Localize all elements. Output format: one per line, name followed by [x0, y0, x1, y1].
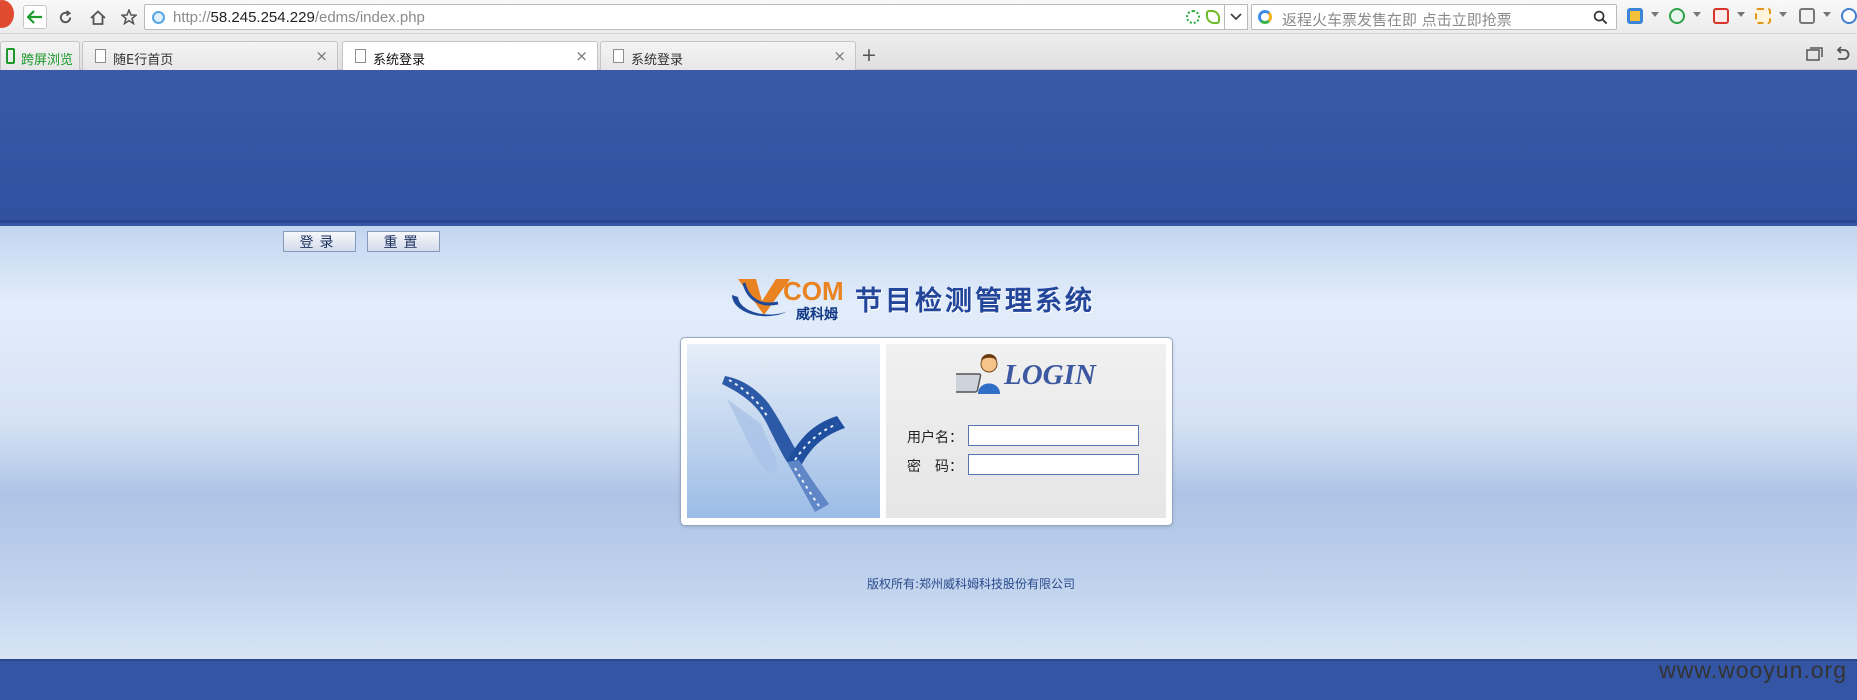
tab-close-icon[interactable]: × [833, 47, 846, 65]
bookmark-star-button[interactable] [117, 5, 141, 29]
system-title: 节目检测管理系统 [855, 286, 1095, 317]
back-button[interactable] [23, 5, 47, 29]
tab-system-login-active[interactable]: 系统登录 × [342, 41, 598, 71]
back-arrow-icon [27, 10, 42, 24]
copyright-text: 版权所有:郑州威科姆科技股份有限公司 [866, 577, 1076, 591]
tab-close-icon[interactable]: × [575, 47, 588, 65]
screenshot-icon[interactable] [1755, 8, 1771, 24]
tab-cross-screen[interactable]: 跨屏浏览 [0, 41, 80, 70]
apps-icon[interactable] [1627, 8, 1643, 24]
reset-button[interactable]: 重置 [367, 231, 440, 252]
undo-close-tab-icon[interactable] [1834, 46, 1850, 61]
address-dropdown-button[interactable] [1224, 4, 1248, 30]
user-laptop-icon [956, 354, 1000, 394]
search-placeholder: 返程火车票发售在即 点击立即抢票 [1282, 11, 1512, 29]
pdf-icon[interactable] [1713, 8, 1729, 24]
search-box[interactable]: 返程火车票发售在即 点击立即抢票 [1251, 4, 1617, 30]
globe-icon [152, 11, 165, 24]
tab-close-icon[interactable]: × [315, 47, 328, 65]
address-url[interactable]: http://58.245.254.229/edms/index.php [173, 9, 425, 26]
login-button[interactable]: 登录 [283, 231, 356, 252]
zoom-icon[interactable] [1841, 8, 1857, 24]
page-icon [613, 49, 624, 63]
watermark: www.wooyun.org [1659, 657, 1847, 683]
password-input[interactable] [968, 454, 1139, 475]
caret-down-icon[interactable] [1737, 12, 1745, 17]
film-strip-icon [722, 376, 845, 512]
tab-list-icon[interactable] [1806, 47, 1824, 61]
tab-title: 系统登录 [373, 53, 426, 68]
phone-icon [6, 48, 15, 64]
tab-title: 随E行首页 [113, 53, 174, 68]
login-heading: LOGIN [1004, 359, 1096, 391]
star-icon [121, 9, 137, 25]
tab-home[interactable]: 随E行首页 × [82, 41, 338, 70]
address-bar[interactable]: http://58.245.254.229/edms/index.php [144, 4, 1234, 30]
accelerate-icon[interactable] [1186, 10, 1200, 24]
tab-title: 跨屏浏览 [21, 53, 74, 68]
top-banner [0, 70, 1857, 223]
logo-text: COM [783, 276, 844, 306]
page-icon [355, 49, 366, 63]
film-strip-illustration [687, 344, 880, 518]
home-icon [90, 9, 106, 25]
tab-strip: 跨屏浏览 随E行首页 × 系统登录 × 系统登录 × + [0, 34, 1857, 71]
image-icon[interactable] [1799, 8, 1815, 24]
login-panel: LOGIN 用户名： 密 码： [680, 337, 1173, 526]
page-icon [95, 49, 106, 63]
page-viewport: COM 威科姆 节目检测管理系统 LOGIN 用户名： 密 码： 登录 重置 版… [0, 70, 1857, 700]
logo-chinese-name: 威科姆 [796, 307, 838, 323]
tab-title: 系统登录 [631, 53, 684, 68]
login-form: LOGIN 用户名： 密 码： [886, 344, 1166, 518]
leaf-icon[interactable] [1206, 10, 1220, 24]
browser-logo-icon[interactable] [0, 0, 14, 28]
caret-down-icon[interactable] [1823, 12, 1831, 17]
home-button[interactable] [86, 5, 110, 29]
new-tab-button[interactable]: + [858, 44, 880, 68]
caret-down-icon[interactable] [1651, 12, 1659, 17]
chevron-down-icon [1230, 13, 1242, 21]
username-label: 用户名： [907, 430, 963, 446]
caret-down-icon[interactable] [1693, 12, 1701, 17]
search-icon[interactable] [1593, 10, 1608, 25]
password-label: 密 码： [907, 459, 963, 475]
browser-toolbar: http://58.245.254.229/edms/index.php 返程火… [0, 0, 1857, 34]
caret-down-icon[interactable] [1779, 12, 1787, 17]
shield-icon[interactable] [1669, 8, 1685, 24]
refresh-icon [59, 9, 71, 23]
tab-system-login[interactable]: 系统登录 × [600, 41, 856, 70]
refresh-button[interactable] [53, 5, 77, 29]
search-engine-icon[interactable] [1258, 10, 1272, 24]
bottom-banner [0, 659, 1857, 700]
username-input[interactable] [968, 425, 1139, 446]
